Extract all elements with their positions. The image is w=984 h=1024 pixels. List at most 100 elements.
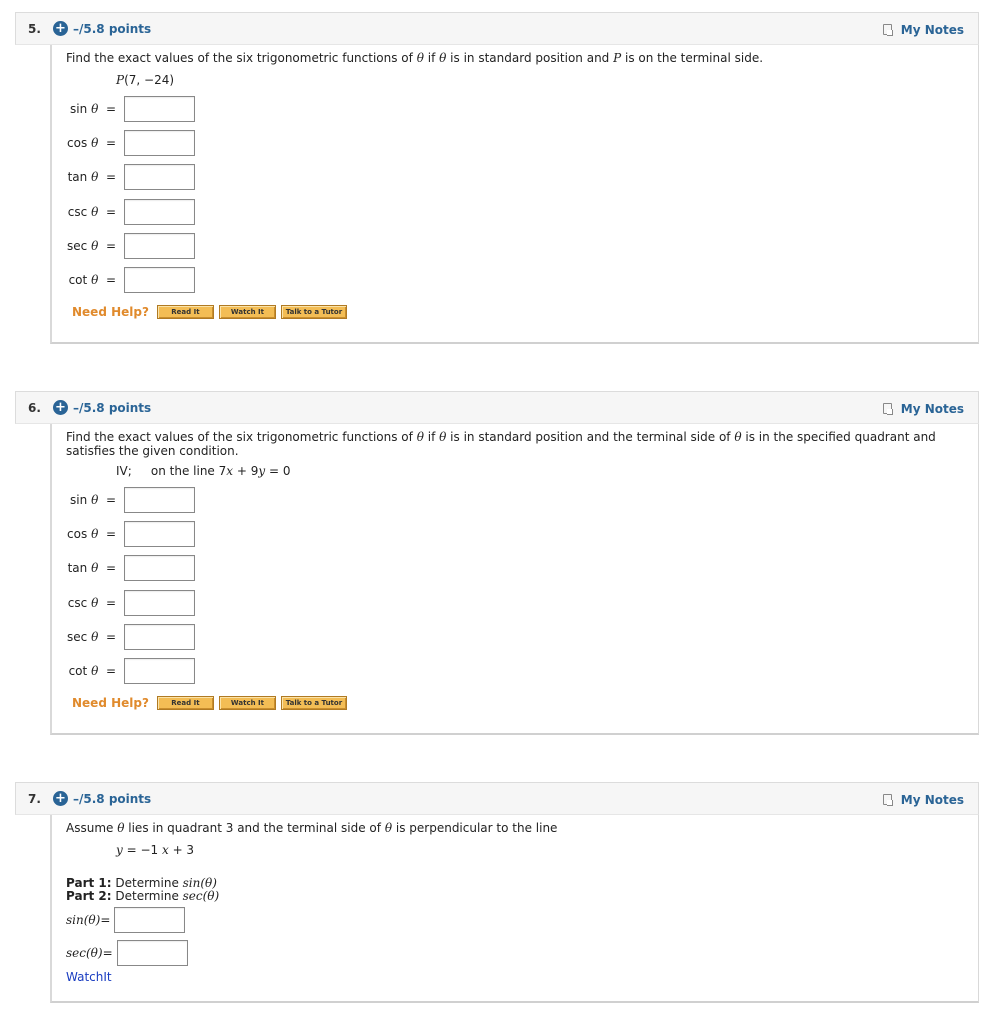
part-label: Part 2: [66,889,112,903]
read-it-button[interactable]: Read It [156,696,214,711]
sec-input[interactable] [124,232,195,259]
answer-row-cot: cot θ = [66,263,964,297]
tan-input[interactable] [124,164,195,191]
question-7: 7. + –/5.8 points My Notes Assume θ lies… [15,782,979,1003]
answer-label: sec θ = [66,239,124,253]
part-expr: sin(θ) [182,876,217,890]
question-prompt: Assume θ lies in quadrant 3 and the term… [66,821,964,835]
sec-input[interactable] [124,623,195,650]
my-notes-label: My Notes [900,792,964,807]
theta-symbol: θ [91,204,99,219]
theta-symbol: θ [91,527,99,542]
answer-row-tan: tan θ = [66,160,964,194]
my-notes-button[interactable]: My Notes [882,392,964,425]
answer-row-csc: csc θ = [66,195,964,229]
theta-symbol: θ [91,170,99,185]
answer-label: cot θ = [66,664,124,678]
talk-to-tutor-button[interactable]: Talk to a Tutor [280,305,347,320]
theta-symbol: θ [91,136,99,151]
cot-input[interactable] [124,267,195,294]
read-it-button[interactable]: Read It [156,305,214,320]
answer-row-cos: cos θ = [66,126,964,160]
my-notes-button[interactable]: My Notes [882,13,964,46]
talk-to-tutor-button[interactable]: Talk to a Tutor [280,696,347,711]
prompt-text: Assume [66,821,118,835]
point-coordinates: (7, −24) [124,73,175,87]
fn-name: csc [67,595,88,610]
equals-sign: = [100,913,111,927]
sin-input[interactable] [124,96,195,123]
answer-row-sin: sin θ = [66,483,964,517]
cos-input[interactable] [124,130,195,157]
part-expr: sec(θ) [182,889,220,903]
answer-label: cos θ = [66,136,124,150]
points-label: –/5.8 points [73,791,152,806]
question-body: Assume θ lies in quadrant 3 and the term… [50,815,979,1003]
part-text: Determine [111,876,183,890]
answer-row-sin: sin θ = [66,92,964,126]
answer-label: sin θ = [66,102,124,116]
part-label: Part 1: [66,876,112,890]
fn-name: cos [67,136,88,151]
question-number: 6. [28,400,41,415]
answer-label: sec(θ) [66,946,103,960]
question-prompt: Find the exact values of the six trigono… [66,430,964,458]
answer-label: sin(θ) [66,913,101,927]
csc-input[interactable] [124,589,195,616]
theta-symbol: θ [91,238,99,253]
x-variable: x [226,464,234,478]
cos-input[interactable] [124,521,195,548]
csc-input[interactable] [124,198,195,225]
equals-sign: = [105,136,116,151]
watchit-link[interactable]: WatchIt [66,970,112,984]
sec-input[interactable] [116,940,188,966]
theta-symbol: θ [91,102,99,117]
condition-text: = 0 [265,464,291,478]
point-name: P [116,73,125,87]
answer-label: sin θ = [66,493,124,507]
equals-sign: = [105,527,116,542]
expand-plus-icon[interactable]: + [53,21,68,36]
theta-symbol: θ [91,664,99,679]
my-notes-label: My Notes [900,22,964,37]
fn-name: sec [67,238,88,253]
prompt-text: Find the exact values of the six trigono… [66,430,417,444]
cot-input[interactable] [124,658,195,685]
my-notes-button[interactable]: My Notes [882,783,964,816]
given-point: P(7, −24) [116,73,964,87]
fn-name: csc [67,204,88,219]
question-number: 7. [28,791,41,806]
answer-label: tan θ = [66,561,124,575]
notes-icon [882,794,893,806]
equals-sign: = [105,493,116,508]
equals-sign: = [105,629,116,644]
part-text: Determine [111,889,183,903]
given-line: y = −1 x + 3 [116,843,964,857]
condition-text: + 9 [233,464,259,478]
sin-input[interactable] [124,487,195,514]
equals-sign: = [105,204,116,219]
fn-name: tan [67,170,88,185]
parts-list: Part 1: Determine sin(θ) Part 2: Determi… [66,877,964,903]
expand-plus-icon[interactable]: + [53,400,68,415]
equals-sign: = [105,170,116,185]
watch-it-button[interactable]: Watch It [218,305,276,320]
tan-input[interactable] [124,555,195,582]
prompt-text: is on the terminal side. [621,51,764,65]
question-body: Find the exact values of the six trigono… [50,424,979,735]
prompt-text: lies in quadrant 3 and the terminal side… [124,821,385,835]
expand-plus-icon[interactable]: + [53,791,68,806]
question-6: 6. + –/5.8 points My Notes Find the exac… [15,391,979,735]
answer-row-cos: cos θ = [66,517,964,551]
answer-label: csc θ = [66,205,124,219]
equals-sign: = [105,238,116,253]
prompt-text: if [423,430,440,444]
fn-name: sin [70,102,88,117]
watch-it-button[interactable]: Watch It [218,696,276,711]
x-variable: x [161,843,169,857]
prompt-text: if [423,51,440,65]
question-5: 5. + –/5.8 points My Notes Find the exac… [15,12,979,344]
answer-row-sec: sec θ = [66,229,964,263]
sin-input[interactable] [114,907,186,933]
fn-name: sin [70,493,88,508]
